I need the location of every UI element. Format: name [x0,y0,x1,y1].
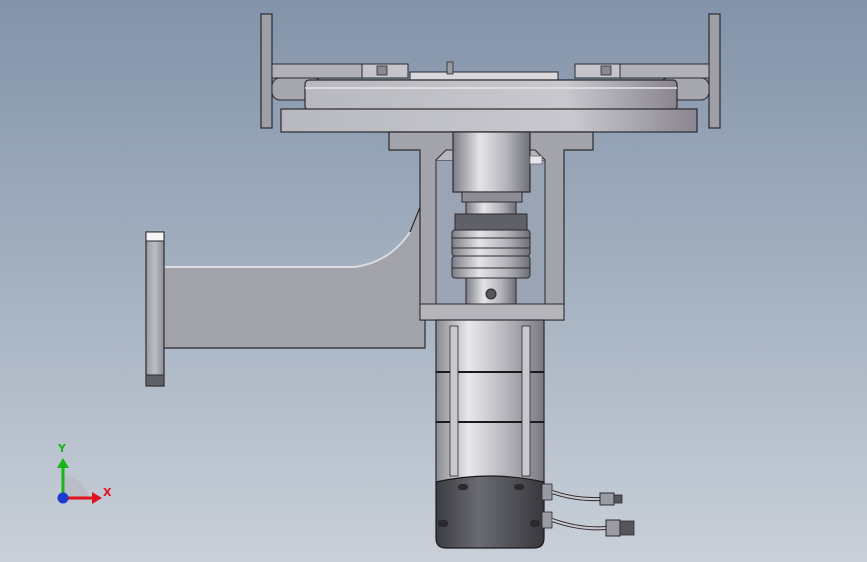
assembly-drawing [57,13,721,549]
triad-y-label: Y [58,442,66,455]
triad-x-arrowhead [92,492,102,504]
pipe-flange [145,231,165,387]
motor-cables [541,483,635,537]
triad-z-axis [57,492,69,504]
side-pipe [159,194,426,349]
triad-y-arrowhead [57,458,69,468]
cad-viewport[interactable]: X Y [0,0,867,562]
spindle-cylinder [452,131,543,203]
coordinate-triad [57,458,102,504]
triad-x-label: X [103,486,112,499]
drive-motor [435,319,545,549]
